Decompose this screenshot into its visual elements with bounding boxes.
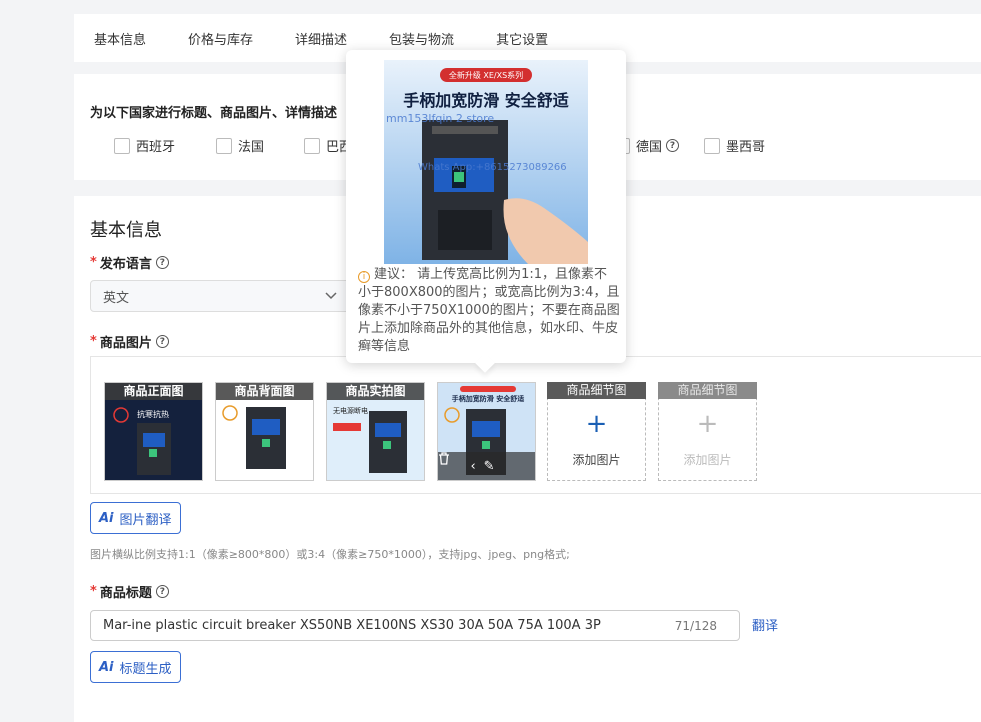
upload-advice-text: i 建议： 请上传宽高比例为1:1，且像素不小于800X800的图片；或宽高比例为… <box>358 267 620 354</box>
svg-text:全新升级 XE/XS系列: 全新升级 XE/XS系列 <box>449 70 523 80</box>
tab-packaging-logistics[interactable]: 包装与物流 <box>389 29 454 48</box>
plus-icon: + <box>585 409 608 439</box>
required-mark: * <box>90 255 97 270</box>
svg-text:手柄加宽防滑 安全舒适: 手柄加宽防滑 安全舒适 <box>403 91 569 110</box>
product-title-input[interactable]: Mar-ine plastic circuit breaker XS50NB X… <box>90 610 740 641</box>
help-icon[interactable]: ? <box>155 585 169 598</box>
required-mark: * <box>90 584 97 599</box>
product-image-detail[interactable]: 手柄加宽防滑 安全舒适 ‹ ✎ <box>437 382 536 481</box>
add-image-label: 添加图片 <box>572 453 621 467</box>
help-icon[interactable]: ? <box>155 335 169 348</box>
image-translate-button[interactable]: Ai 图片翻译 <box>90 502 181 534</box>
image-format-note: 图片横纵比例支持1:1（像素≥800*800）或3:4（像素≥750*1000）… <box>90 548 570 561</box>
section-title: 基本信息 <box>90 220 162 241</box>
country-section-title: 为以下国家进行标题、商品图片、详情描述 <box>90 106 338 121</box>
checkbox[interactable] <box>704 137 720 154</box>
country-option-brazil[interactable]: 巴西 <box>304 136 352 155</box>
images-label: * 商品图片 ? <box>90 332 169 351</box>
image-caption: 商品正面图 <box>105 383 202 400</box>
add-image-label: 添加图片 <box>683 453 732 467</box>
tab-basic-info[interactable]: 基本信息 <box>94 29 146 48</box>
title-char-counter: 71/128 <box>674 619 717 633</box>
image-preview-popover: 全新升级 XE/XS系列 手柄加宽防滑 安全舒适 mm153lfqin 2 st… <box>346 50 626 363</box>
product-image-front[interactable]: 商品正面图 抗寒抗热 <box>104 382 203 481</box>
chevron-left-icon[interactable]: ‹ <box>470 459 475 474</box>
product-image-back[interactable]: 商品背面图 <box>215 382 314 481</box>
product-image-real[interactable]: 商品实拍图 无电源断电 <box>326 382 425 481</box>
image-caption: 商品细节图 <box>658 382 757 399</box>
country-option-mexico[interactable]: 墨西哥 <box>704 136 765 155</box>
add-detail-image-button-disabled: 商品细节图 + 添加图片 <box>658 382 757 481</box>
language-label: * 发布语言 ? <box>90 253 169 272</box>
country-option-spain[interactable]: 西班牙 <box>114 136 175 155</box>
title-label: * 商品标题 ? <box>90 582 169 601</box>
checkbox[interactable] <box>304 137 320 154</box>
required-mark: * <box>90 334 97 349</box>
image-actions-bar: ‹ ✎ <box>438 452 535 480</box>
chevron-down-icon <box>325 289 337 304</box>
tab-price-stock[interactable]: 价格与库存 <box>188 29 253 48</box>
edit-icon[interactable]: ✎ <box>484 459 495 474</box>
info-warning-icon: i <box>358 271 370 283</box>
tab-description[interactable]: 详细描述 <box>295 29 347 48</box>
svg-text:Whats App:+8615273089266: Whats App:+8615273089266 <box>418 162 567 173</box>
title-generate-button[interactable]: Ai 标题生成 <box>90 651 181 683</box>
plus-icon: + <box>696 409 719 439</box>
svg-text:无电源断电: 无电源断电 <box>333 406 368 415</box>
svg-text:手柄加宽防滑 安全舒适: 手柄加宽防滑 安全舒适 <box>452 394 524 403</box>
translate-link[interactable]: 翻译 <box>752 615 778 634</box>
image-caption: 商品细节图 <box>547 382 646 399</box>
image-caption: 商品背面图 <box>216 383 313 400</box>
image-caption: 商品实拍图 <box>327 383 424 400</box>
language-select[interactable]: 英文 <box>90 280 350 312</box>
checkbox[interactable] <box>216 137 232 154</box>
help-icon[interactable]: ? <box>666 139 680 152</box>
svg-text:mm153lfqin 2 store: mm153lfqin 2 store <box>386 112 494 125</box>
checkbox[interactable] <box>114 137 130 154</box>
ai-icon: Ai <box>99 659 114 675</box>
country-option-france[interactable]: 法国 <box>216 136 264 155</box>
add-detail-image-button[interactable]: 商品细节图 + 添加图片 <box>547 382 646 481</box>
preview-image: 全新升级 XE/XS系列 手柄加宽防滑 安全舒适 mm153lfqin 2 st… <box>384 60 588 264</box>
tab-other-settings[interactable]: 其它设置 <box>496 29 548 48</box>
ai-icon: Ai <box>99 510 114 526</box>
svg-text:抗寒抗热: 抗寒抗热 <box>137 409 169 419</box>
help-icon[interactable]: ? <box>155 256 169 269</box>
